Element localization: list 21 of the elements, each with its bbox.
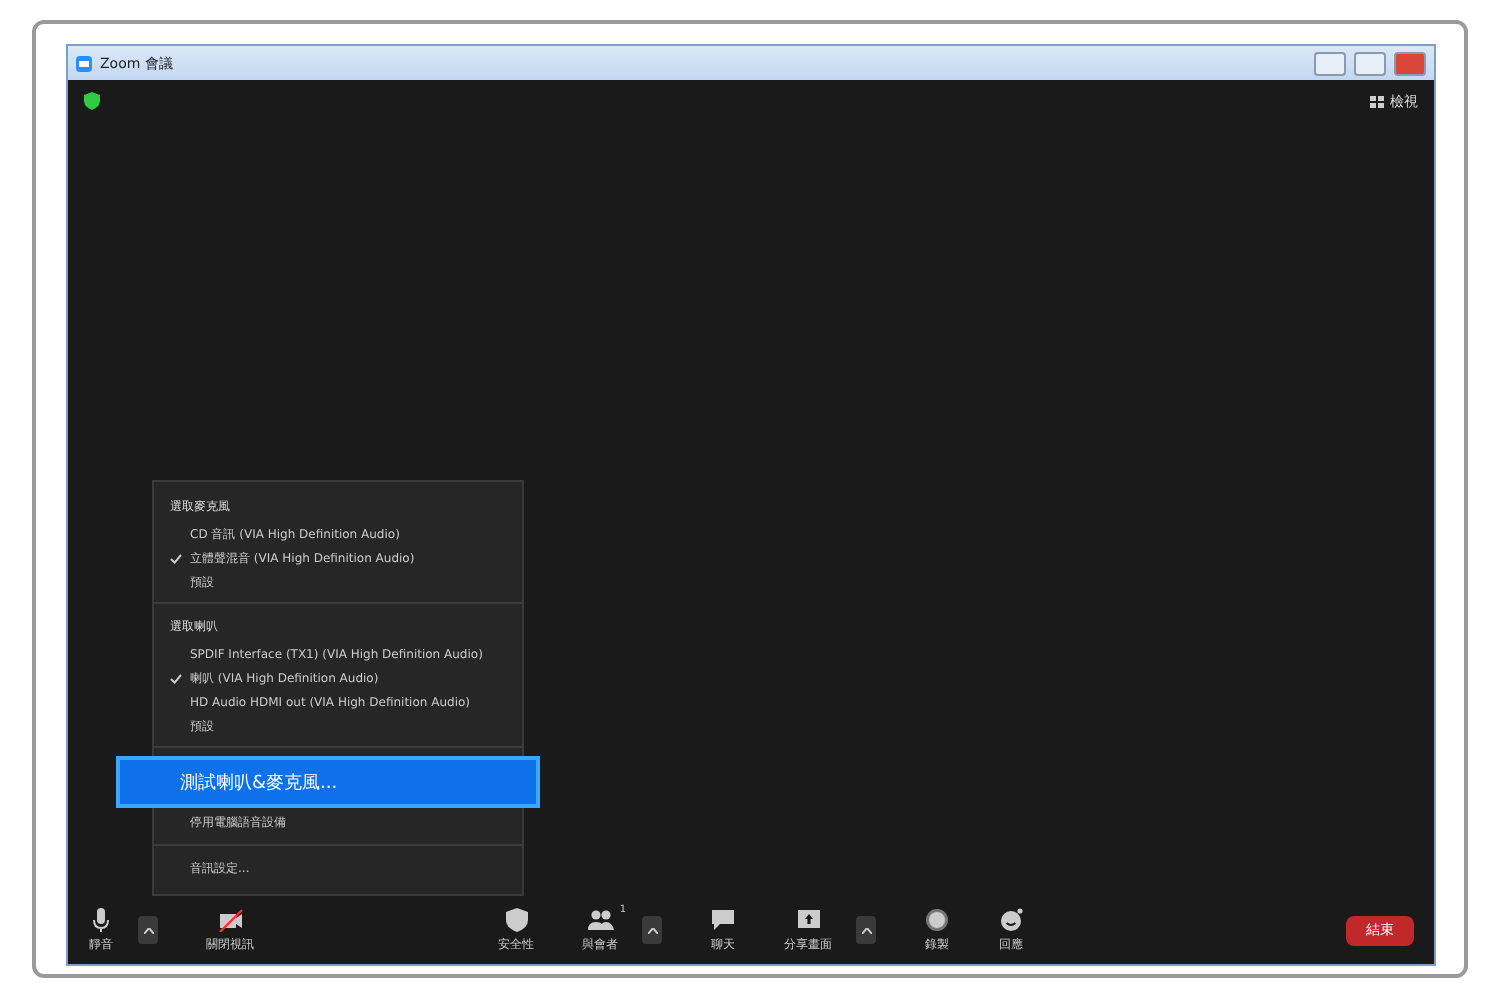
microphone-icon [88,907,114,931]
caret-button[interactable] [642,916,662,944]
caret-icon [143,927,153,933]
shield-icon [503,907,529,931]
close-button[interactable] [1394,51,1426,75]
shield-icon [84,92,100,110]
grid-icon [1370,96,1384,108]
menu-item[interactable]: 測試喇叭&麥克風... [116,756,540,808]
video-off-icon [217,907,243,931]
chat-icon [710,907,736,931]
people-icon [587,907,613,931]
share-screen-icon [795,907,821,931]
smiley-icon [998,907,1024,931]
checkmark-icon [170,553,182,563]
checkmark-icon [170,673,182,683]
caret-button[interactable] [138,916,158,944]
caret-icon [647,927,657,933]
caret-button[interactable] [856,916,876,944]
record-icon [924,907,950,931]
caret-icon [861,927,871,933]
camera-icon [76,55,92,71]
